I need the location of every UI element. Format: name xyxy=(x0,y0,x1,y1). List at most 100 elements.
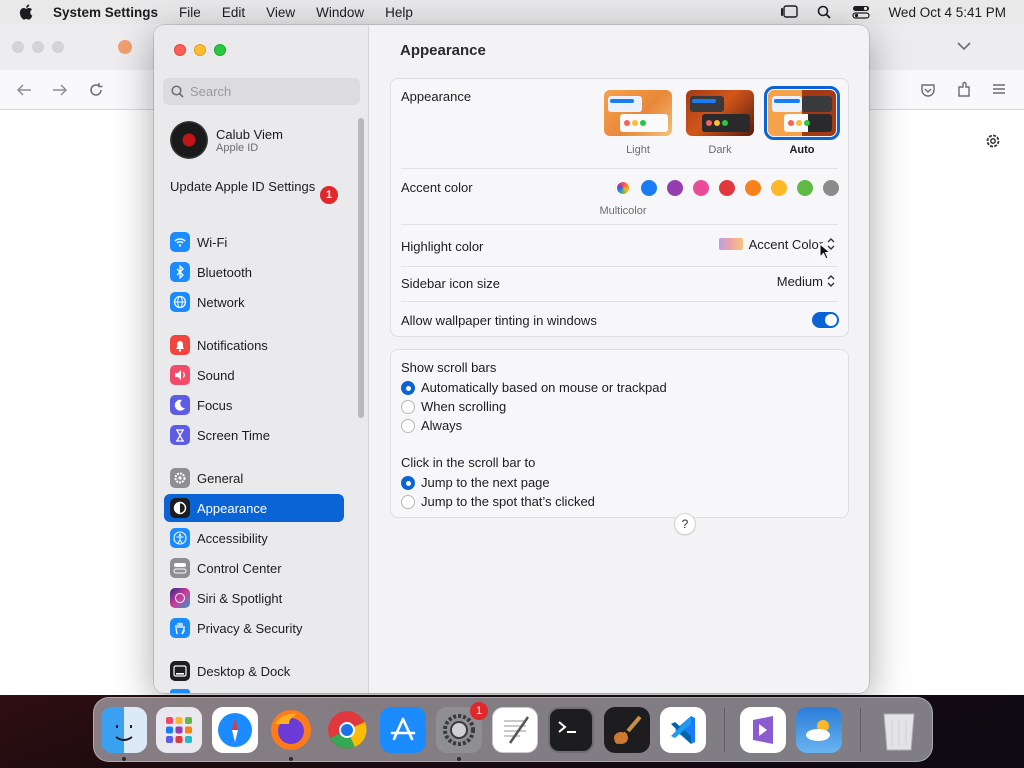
finder-icon[interactable] xyxy=(101,707,147,753)
apple-id-profile[interactable]: Calub Viem Apple ID xyxy=(170,120,350,160)
siri-icon xyxy=(170,588,190,608)
textedit-icon[interactable] xyxy=(492,707,538,753)
radio-scroll-when-scrolling[interactable] xyxy=(401,400,415,414)
accent-swatch-blue[interactable] xyxy=(641,180,657,196)
appearance-light-thumbnail[interactable] xyxy=(604,90,672,136)
divider xyxy=(401,168,838,169)
divider xyxy=(401,224,838,225)
radio-scroll-auto-label[interactable]: Automatically based on mouse or trackpad xyxy=(421,380,667,395)
app-store-icon[interactable] xyxy=(380,707,426,753)
sidebar-item-notifications[interactable]: Notifications xyxy=(164,331,344,359)
radio-jump-next-page-label[interactable]: Jump to the next page xyxy=(421,475,550,490)
accent-swatch-orange[interactable] xyxy=(745,180,761,196)
sidebar-item-bluetooth[interactable]: Bluetooth xyxy=(164,258,344,286)
radio-scroll-always[interactable] xyxy=(401,419,415,433)
sidebar-item-privacy-security[interactable]: Privacy & Security xyxy=(164,614,344,642)
trash-icon[interactable] xyxy=(876,707,922,753)
accent-swatch-yellow[interactable] xyxy=(771,180,787,196)
radio-jump-to-spot[interactable] xyxy=(401,495,415,509)
show-scroll-bars-label: Show scroll bars xyxy=(401,360,497,375)
system-settings-window: Search Calub Viem Apple ID Update Apple … xyxy=(154,25,869,693)
sidebar-item-label: Sound xyxy=(197,367,235,383)
update-apple-id-settings[interactable]: Update Apple ID Settings xyxy=(170,179,340,195)
sidebar-item-screen-time[interactable]: Screen Time xyxy=(164,421,344,449)
globe-icon xyxy=(170,292,190,312)
settings-dock-badge: 1 xyxy=(470,702,488,720)
safari-icon[interactable] xyxy=(212,707,258,753)
chrome-icon[interactable] xyxy=(324,707,370,753)
sidebar-item-accessibility[interactable]: Accessibility xyxy=(164,524,344,552)
sidebar-item-appearance[interactable]: Appearance xyxy=(164,494,344,522)
sidebar-item-wifi[interactable]: Wi-Fi xyxy=(164,228,344,256)
apple-menu-icon[interactable] xyxy=(18,3,36,21)
forward-arrow-icon[interactable] xyxy=(52,83,68,97)
sidebar-scrollbar[interactable] xyxy=(358,118,364,418)
help-button[interactable]: ? xyxy=(674,513,696,535)
radio-scroll-when-scrolling-label[interactable]: When scrolling xyxy=(421,399,506,414)
control-center-icon xyxy=(170,558,190,578)
accent-swatch-pink[interactable] xyxy=(693,180,709,196)
menu-clock[interactable]: Wed Oct 4 5:41 PM xyxy=(888,5,1006,20)
menu-edit[interactable]: Edit xyxy=(222,5,245,20)
bell-icon xyxy=(170,335,190,355)
speaker-icon xyxy=(170,365,190,385)
window-minimize-button[interactable] xyxy=(194,44,206,56)
wallpaper-tinting-toggle[interactable] xyxy=(812,312,839,328)
radio-scroll-always-label[interactable]: Always xyxy=(421,418,462,433)
appearance-auto-thumbnail[interactable] xyxy=(764,86,840,140)
reload-icon[interactable] xyxy=(88,82,104,98)
browser-close-button[interactable] xyxy=(12,41,24,53)
accent-swatch-green[interactable] xyxy=(797,180,813,196)
radio-scroll-auto[interactable] xyxy=(401,381,415,395)
accent-swatch-red[interactable] xyxy=(719,180,735,196)
menu-app-name[interactable]: System Settings xyxy=(53,5,158,20)
menu-view[interactable]: View xyxy=(266,5,295,20)
dock-icon xyxy=(170,661,190,681)
hamburger-menu-icon[interactable] xyxy=(992,83,1006,95)
spotlight-icon[interactable] xyxy=(816,5,834,19)
menu-help[interactable]: Help xyxy=(385,5,413,20)
divider xyxy=(401,266,838,267)
radio-jump-next-page[interactable] xyxy=(401,476,415,490)
sidebar-item-focus[interactable]: Focus xyxy=(164,391,344,419)
sidebar-item-network[interactable]: Network xyxy=(164,288,344,316)
browser-minimize-button[interactable] xyxy=(32,41,44,53)
garageband-icon[interactable] xyxy=(604,707,650,753)
sidebar-item-general[interactable]: General xyxy=(164,464,344,492)
sidebar-item-control-center[interactable]: Control Center xyxy=(164,554,344,582)
profile-subtitle: Apple ID xyxy=(216,141,259,154)
launchpad-icon[interactable] xyxy=(156,707,202,753)
sidebar-item-label: Bluetooth xyxy=(197,264,252,280)
next-sidebar-icon-partial xyxy=(170,689,190,693)
extensions-icon[interactable] xyxy=(956,81,972,99)
accent-swatch-purple[interactable] xyxy=(667,180,683,196)
accent-swatch-multicolor[interactable] xyxy=(615,180,631,196)
browser-zoom-button[interactable] xyxy=(52,41,64,53)
window-zoom-button[interactable] xyxy=(214,44,226,56)
tab-list-chevron-icon[interactable] xyxy=(957,41,971,51)
page-settings-gear-icon[interactable] xyxy=(984,132,1002,150)
back-arrow-icon[interactable] xyxy=(16,83,32,97)
stage-manager-icon[interactable] xyxy=(780,5,799,19)
sidebar-item-desktop-dock[interactable]: Desktop & Dock xyxy=(164,657,344,685)
window-close-button[interactable] xyxy=(174,44,186,56)
visual-studio-icon[interactable] xyxy=(740,707,786,753)
wifi-icon xyxy=(170,232,190,252)
sidebar-item-sound[interactable]: Sound xyxy=(164,361,344,389)
appearance-dark-thumbnail[interactable] xyxy=(686,90,754,136)
terminal-icon[interactable] xyxy=(548,707,594,753)
firefox-tab-icon[interactable] xyxy=(118,40,132,54)
accent-swatch-graphite[interactable] xyxy=(823,180,839,196)
sidebar-icon-size-popup[interactable]: Medium xyxy=(777,273,836,289)
sidebar-search-field[interactable]: Search xyxy=(163,78,360,105)
radio-jump-to-spot-label[interactable]: Jump to the spot that’s clicked xyxy=(421,494,595,509)
menu-window[interactable]: Window xyxy=(316,5,364,20)
vscode-icon[interactable] xyxy=(660,707,706,753)
pocket-icon[interactable] xyxy=(920,82,936,98)
firefox-icon[interactable] xyxy=(268,707,314,753)
sidebar-item-siri-spotlight[interactable]: Siri & Spotlight xyxy=(164,584,344,612)
weather-icon[interactable] xyxy=(796,707,842,753)
menu-file[interactable]: File xyxy=(179,5,201,20)
profile-name: Calub Viem xyxy=(216,126,283,142)
control-center-menu-icon[interactable] xyxy=(852,5,871,19)
